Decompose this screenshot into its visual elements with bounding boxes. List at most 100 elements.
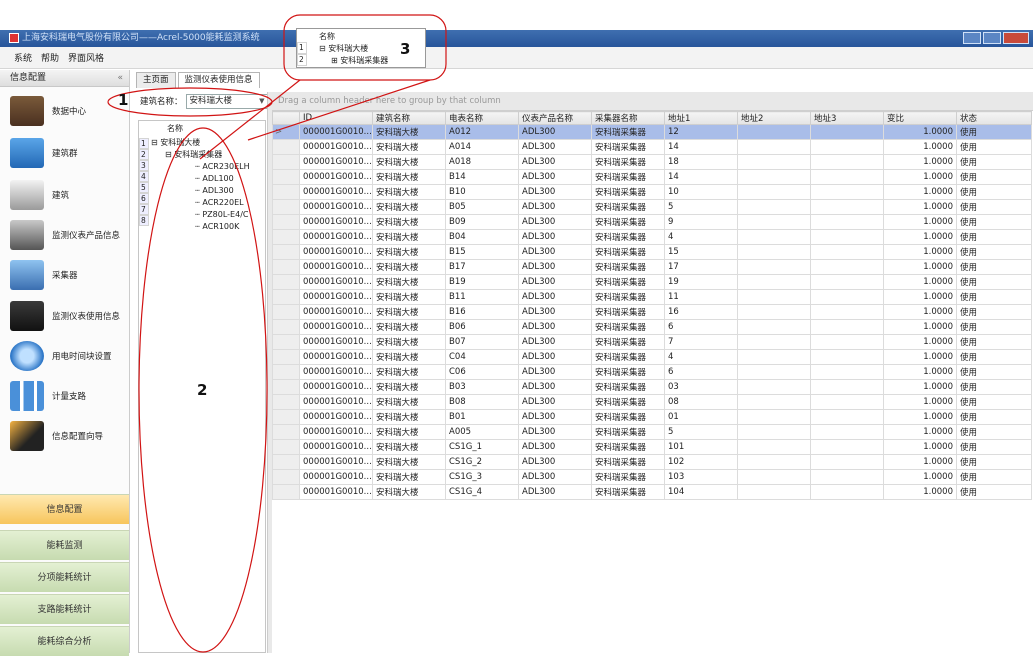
table-cell[interactable]: ADL300 <box>518 154 592 170</box>
table-cell[interactable]: 使用 <box>956 304 1032 320</box>
nav-item-building[interactable]: 建筑 <box>10 180 69 210</box>
table-cell[interactable]: ADL300 <box>518 319 592 335</box>
table-cell[interactable]: 安科瑞采集器 <box>591 154 665 170</box>
table-cell[interactable]: 安科瑞大楼 <box>372 169 446 185</box>
table-cell[interactable]: 使用 <box>956 154 1032 170</box>
table-cell[interactable]: 使用 <box>956 424 1032 440</box>
table-cell[interactable]: CS1G_1 <box>445 439 519 455</box>
tree-node-collector[interactable]: ⊟ 安科瑞采集器 <box>165 149 222 160</box>
table-cell[interactable] <box>737 199 811 215</box>
table-cell[interactable] <box>737 304 811 320</box>
table-cell[interactable]: ADL300 <box>518 379 592 395</box>
table-cell[interactable]: 安科瑞大楼 <box>372 364 446 380</box>
table-row[interactable]: 000001G0010... 安科瑞大楼 B15 ADL300 安科瑞采集器 15 1.00… <box>272 244 1032 260</box>
table-cell[interactable] <box>737 184 811 200</box>
table-cell[interactable]: 4 <box>664 229 738 245</box>
table-cell[interactable]: 000001G0010... <box>299 349 373 365</box>
table-cell[interactable]: 101 <box>664 439 738 455</box>
table-cell[interactable]: CS1G_2 <box>445 454 519 470</box>
table-row[interactable]: 000001G0010... 安科瑞大楼 A018 ADL300 安科瑞采集器 18 1.0… <box>272 154 1032 170</box>
table-cell[interactable] <box>737 319 811 335</box>
table-cell[interactable]: ADL300 <box>518 199 592 215</box>
energy-analysis-button[interactable]: 能耗综合分析 <box>0 626 129 656</box>
table-cell[interactable]: 000001G0010... <box>299 454 373 470</box>
nav-item-data-center[interactable]: 数据中心 <box>10 96 86 126</box>
building-select[interactable]: 安科瑞大楼 ▼ <box>185 93 268 109</box>
table-cell[interactable]: 安科瑞采集器 <box>591 379 665 395</box>
table-row[interactable]: 000001G0010... 安科瑞大楼 A014 ADL300 安科瑞采集器 14 1.0… <box>272 139 1032 155</box>
table-cell[interactable] <box>737 439 811 455</box>
table-cell[interactable] <box>810 469 884 485</box>
table-cell[interactable] <box>810 214 884 230</box>
table-cell[interactable]: 1.0000 <box>883 409 957 425</box>
table-cell[interactable] <box>737 364 811 380</box>
table-cell[interactable]: 000001G0010... <box>299 409 373 425</box>
table-row[interactable]: 000001G0010... 安科瑞大楼 B08 ADL300 安科瑞采集器 08 1.00… <box>272 394 1032 410</box>
table-cell[interactable] <box>737 169 811 185</box>
menu-system[interactable]: 系统 <box>14 51 32 64</box>
table-cell[interactable]: ADL300 <box>518 244 592 260</box>
table-cell[interactable]: B19 <box>445 274 519 290</box>
table-cell[interactable]: 000001G0010... <box>299 139 373 155</box>
table-cell[interactable]: 安科瑞采集器 <box>591 439 665 455</box>
table-cell[interactable] <box>810 379 884 395</box>
table-cell[interactable]: 000001G0010... <box>299 169 373 185</box>
table-cell[interactable]: 使用 <box>956 409 1032 425</box>
table-cell[interactable] <box>810 184 884 200</box>
table-cell[interactable]: 000001G0010... <box>299 304 373 320</box>
table-cell[interactable] <box>810 484 884 500</box>
nav-item-config-wizard[interactable]: 信息配置向导 <box>10 421 103 451</box>
table-cell[interactable]: 使用 <box>956 259 1032 275</box>
table-cell[interactable]: 03 <box>664 379 738 395</box>
table-row[interactable]: 000001G0010... 安科瑞大楼 A005 ADL300 安科瑞采集器 5 1.00… <box>272 424 1032 440</box>
table-cell[interactable]: B01 <box>445 409 519 425</box>
table-cell[interactable]: 103 <box>664 469 738 485</box>
table-cell[interactable]: 安科瑞采集器 <box>591 469 665 485</box>
table-cell[interactable]: 9 <box>664 214 738 230</box>
table-row[interactable]: 000001G0010... 安科瑞大楼 C04 ADL300 安科瑞采集器 4 1.000… <box>272 349 1032 365</box>
table-cell[interactable]: ADL300 <box>518 139 592 155</box>
table-cell[interactable] <box>810 199 884 215</box>
table-cell[interactable] <box>737 379 811 395</box>
table-cell[interactable]: 安科瑞大楼 <box>372 214 446 230</box>
itemized-energy-button[interactable]: 分项能耗统计 <box>0 562 129 592</box>
tab-home[interactable]: 主页面 <box>136 72 176 88</box>
table-cell[interactable] <box>810 274 884 290</box>
table-cell[interactable]: ADL300 <box>518 349 592 365</box>
table-cell[interactable]: 000001G0010... <box>299 199 373 215</box>
table-cell[interactable]: B17 <box>445 259 519 275</box>
table-cell[interactable]: ADL300 <box>518 229 592 245</box>
table-cell[interactable]: 安科瑞大楼 <box>372 229 446 245</box>
table-cell[interactable]: 安科瑞采集器 <box>591 244 665 260</box>
table-cell[interactable] <box>810 124 884 140</box>
table-cell[interactable]: 1.0000 <box>883 259 957 275</box>
table-cell[interactable]: 使用 <box>956 244 1032 260</box>
collapse-panel-icon[interactable]: « <box>117 70 123 87</box>
table-cell[interactable]: ADL300 <box>518 394 592 410</box>
table-cell[interactable] <box>737 154 811 170</box>
table-cell[interactable]: 000001G0010... <box>299 214 373 230</box>
table-cell[interactable]: 000001G0010... <box>299 154 373 170</box>
table-cell[interactable]: B14 <box>445 169 519 185</box>
table-cell[interactable]: 1.0000 <box>883 424 957 440</box>
table-cell[interactable]: 1.0000 <box>883 394 957 410</box>
table-cell[interactable]: 1.0000 <box>883 124 957 140</box>
table-cell[interactable] <box>810 229 884 245</box>
table-cell[interactable]: 使用 <box>956 214 1032 230</box>
table-cell[interactable]: 5 <box>664 424 738 440</box>
table-cell[interactable]: 安科瑞采集器 <box>591 139 665 155</box>
table-cell[interactable]: CS1G_4 <box>445 484 519 500</box>
table-cell[interactable]: 000001G0010... <box>299 469 373 485</box>
table-cell[interactable]: 安科瑞大楼 <box>372 349 446 365</box>
table-cell[interactable]: B05 <box>445 199 519 215</box>
table-cell[interactable]: B03 <box>445 379 519 395</box>
table-cell[interactable]: 000001G0010... <box>299 379 373 395</box>
table-cell[interactable]: 安科瑞采集器 <box>591 334 665 350</box>
table-cell[interactable]: 安科瑞大楼 <box>372 484 446 500</box>
table-cell[interactable]: 使用 <box>956 349 1032 365</box>
table-cell[interactable]: 15 <box>664 244 738 260</box>
table-cell[interactable]: 000001G0010... <box>299 184 373 200</box>
table-cell[interactable]: 1.0000 <box>883 274 957 290</box>
column-header[interactable]: 地址1 <box>664 111 738 125</box>
table-cell[interactable]: 000001G0010... <box>299 319 373 335</box>
